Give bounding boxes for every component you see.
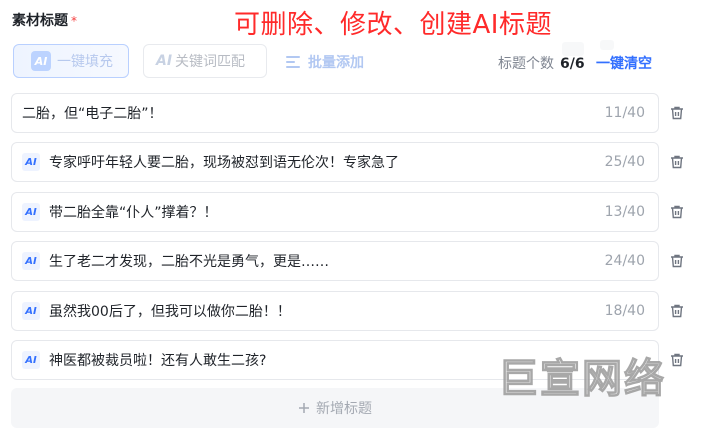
title-text[interactable]: 专家呼吁年轻人要二胎，现场被怼到语无伦次！专家急了	[49, 152, 605, 172]
trash-icon	[671, 353, 683, 367]
delete-title-button[interactable]	[667, 103, 687, 123]
title-text[interactable]: 虽然我00后了，但我可以做你二胎！！	[49, 301, 605, 321]
one-click-fill-button[interactable]: AI 一键填充	[13, 44, 129, 78]
ai-badge: AI	[22, 302, 40, 320]
title-text[interactable]: 二胎，但“电子二胎”！	[22, 103, 605, 123]
delete-title-button[interactable]	[667, 202, 687, 222]
required-mark: *	[71, 14, 77, 28]
ai-badge: AI	[22, 252, 40, 270]
add-title-label: 新增标题	[316, 401, 372, 417]
title-count: 标题个数 6/6	[498, 53, 585, 73]
char-count: 13/40	[604, 204, 645, 220]
plus-icon	[299, 403, 309, 413]
delete-title-button[interactable]	[667, 350, 687, 370]
batch-add-button[interactable]: 批量添加	[286, 52, 364, 72]
trash-icon	[671, 254, 683, 268]
title-row[interactable]: AI 虽然我00后了，但我可以做你二胎！！ 18/40	[11, 291, 659, 331]
trash-icon	[671, 155, 683, 169]
clear-all-button[interactable]: 一键清空	[596, 53, 652, 73]
title-row[interactable]: 二胎，但“电子二胎”！ 11/40	[11, 93, 659, 133]
char-count: 25/40	[604, 154, 645, 170]
delete-title-button[interactable]	[667, 152, 687, 172]
title-count-value: 6/6	[560, 56, 585, 72]
char-count: 11/40	[604, 105, 645, 121]
keyword-match-label: 关键词匹配	[175, 54, 246, 70]
char-count: 24/40	[604, 253, 645, 269]
list-add-icon	[286, 56, 300, 68]
ai-badge: AI	[22, 203, 40, 221]
ai-icon: AI	[156, 53, 173, 69]
title-text[interactable]: 生了老二才发现，二胎不光是勇气，更是……	[49, 251, 605, 271]
trash-icon	[671, 106, 683, 120]
keyword-match-button[interactable]: AI 关键词匹配	[143, 44, 267, 78]
blur-patch	[600, 40, 614, 50]
ai-badge: AI	[22, 153, 40, 171]
delete-title-button[interactable]	[667, 251, 687, 271]
title-text[interactable]: 带二胎全靠“仆人”撑着？！	[49, 202, 605, 222]
title-editor: 素材标题 * 可删除、修改、创建AI标题 AI 一键填充 AI 关键词匹配 批量添…	[0, 0, 726, 430]
watermark: 巨宣网络	[497, 355, 666, 402]
title-row[interactable]: AI 专家呼吁年轻人要二胎，现场被怼到语无伦次！专家急了 25/40	[11, 142, 659, 182]
title-row[interactable]: AI 带二胎全靠“仆人”撑着？！ 13/40	[11, 192, 659, 232]
char-count: 18/40	[604, 303, 645, 319]
title-row[interactable]: AI 生了老二才发现，二胎不光是勇气，更是…… 24/40	[11, 241, 659, 281]
batch-add-label: 批量添加	[308, 55, 364, 71]
section-title: 素材标题 *	[12, 10, 77, 30]
section-title-label: 素材标题	[12, 13, 68, 29]
ai-badge: AI	[22, 351, 40, 369]
one-click-fill-label: 一键填充	[57, 54, 113, 70]
annotation-text: 可删除、修改、创建AI标题	[234, 10, 552, 40]
trash-icon	[671, 205, 683, 219]
trash-icon	[671, 304, 683, 318]
title-count-label: 标题个数	[498, 56, 554, 72]
ai-icon: AI	[31, 51, 51, 71]
delete-title-button[interactable]	[667, 301, 687, 321]
